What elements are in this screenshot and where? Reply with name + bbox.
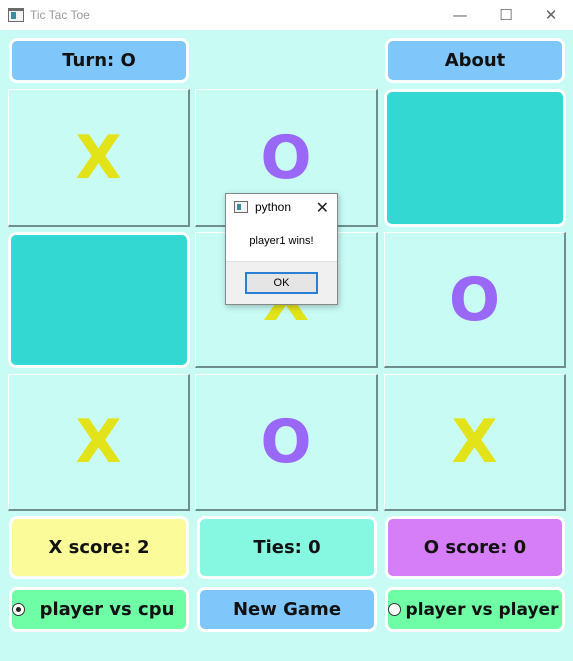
new-game-button[interactable]: New Game [197, 587, 377, 632]
o-score: O score: 0 [385, 516, 565, 579]
cell-mark: O [260, 407, 312, 477]
dialog-app-icon [234, 201, 248, 213]
ties-score: Ties: 0 [197, 516, 377, 579]
mode-pvp-option[interactable]: player vs player [385, 587, 565, 632]
window-title: Tic Tac Toe [30, 8, 90, 22]
mode-cpu-option[interactable]: player vs cpu [9, 587, 189, 632]
win-dialog: python ✕ player1 wins! OK [225, 193, 338, 305]
board-cell-8[interactable]: X [384, 374, 566, 511]
cell-mark: X [75, 122, 122, 193]
board-cell-5[interactable]: O [384, 232, 566, 368]
dialog-close-icon[interactable]: ✕ [316, 198, 329, 217]
turn-indicator: Turn: O [9, 38, 189, 83]
mode-pvp-label: player vs player [405, 599, 559, 620]
dialog-title-bar: python ✕ [226, 194, 337, 220]
board-cell-2[interactable] [384, 89, 566, 227]
board-cell-3[interactable] [8, 232, 190, 368]
dialog-footer: OK [226, 261, 337, 304]
minimize-button[interactable]: — [437, 0, 483, 30]
dialog-ok-button[interactable]: OK [245, 272, 318, 294]
board-cell-7[interactable]: O [195, 374, 378, 511]
board-cell-6[interactable]: X [8, 374, 190, 511]
cell-mark: O [448, 264, 500, 335]
app-icon [8, 8, 24, 22]
title-bar: Tic Tac Toe — ☐ ✕ [0, 0, 573, 30]
maximize-button[interactable]: ☐ [483, 0, 529, 30]
cell-mark: X [451, 407, 498, 477]
cell-mark: X [75, 407, 122, 477]
cell-mark: O [260, 122, 312, 193]
board-cell-0[interactable]: X [8, 89, 190, 227]
close-button[interactable]: ✕ [528, 0, 573, 30]
mode-cpu-label: player vs cpu [39, 599, 175, 620]
radio-checked-icon[interactable] [12, 603, 25, 616]
dialog-message: player1 wins! [249, 234, 314, 247]
about-button[interactable]: About [385, 38, 565, 83]
dialog-title: python [255, 200, 292, 214]
x-score: X score: 2 [9, 516, 189, 579]
radio-unchecked-icon[interactable] [388, 603, 401, 616]
